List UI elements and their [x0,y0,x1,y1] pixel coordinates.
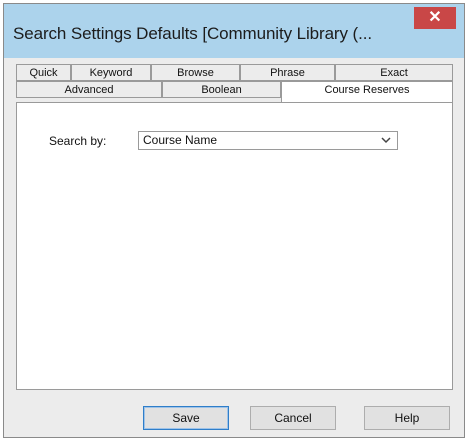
tab-browse[interactable]: Browse [151,64,240,81]
tab-keyword[interactable]: Keyword [71,64,151,81]
chevron-down-icon[interactable] [381,132,391,155]
tab-strip: Quick Keyword Browse Phrase Exact Advanc… [16,64,453,104]
tab-phrase[interactable]: Phrase [240,64,335,81]
help-button[interactable]: Help [364,406,450,430]
tab-quick[interactable]: Quick [16,64,71,81]
close-button[interactable]: ✕ [414,7,456,29]
tab-course-reserves[interactable]: Course Reserves [281,81,453,103]
window-title: Search Settings Defaults [Community Libr… [13,24,372,43]
tab-advanced[interactable]: Advanced [16,81,162,98]
close-icon: ✕ [428,9,442,26]
search-by-label: Search by: [49,134,107,148]
tab-boolean[interactable]: Boolean [162,81,281,98]
dialog-window: Search Settings Defaults [Community Libr… [3,3,465,438]
title-bar: Search Settings Defaults [Community Libr… [4,4,464,58]
save-button[interactable]: Save [143,406,229,430]
search-by-select[interactable]: Course Name [138,131,398,150]
tab-panel-course-reserves: Search by: Course Name [16,102,453,390]
tab-exact[interactable]: Exact [335,64,453,81]
cancel-button[interactable]: Cancel [250,406,336,430]
search-by-value: Course Name [143,133,218,147]
